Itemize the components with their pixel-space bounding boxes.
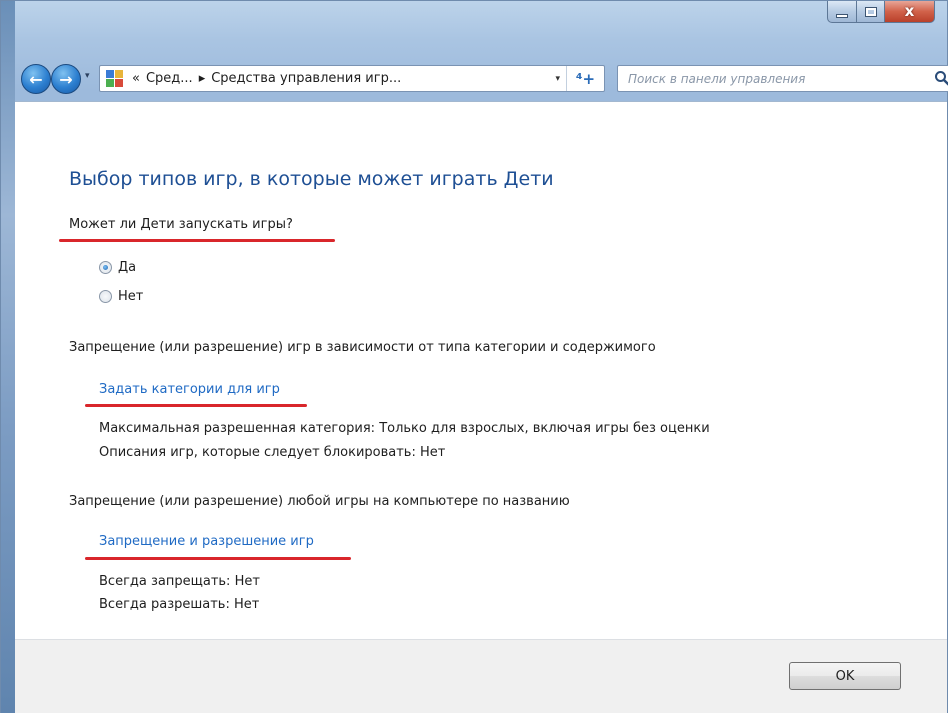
refresh-button[interactable]: ⁴+ — [566, 66, 604, 91]
desktop-edge — [1, 1, 15, 713]
breadcrumb-item[interactable]: Сред... — [146, 71, 193, 86]
annotation-underline — [85, 557, 351, 560]
chevron-down-icon[interactable]: ▾ — [555, 74, 560, 84]
address-bar[interactable]: « Сред... ▸ Средства управления игр... ▾… — [99, 65, 605, 92]
annotation-underline — [85, 404, 307, 407]
block-allow-games-link[interactable]: Запрещение и разрешение игр — [99, 534, 314, 549]
window-frame: x ← → ▾ « Сред... ▸ Средства управления … — [0, 0, 948, 713]
refresh-icon: ⁴+ — [575, 69, 596, 88]
page-title: Выбор типов игр, в которые может играть … — [69, 168, 554, 190]
max-category-info: Максимальная разрешенная категория: Толь… — [99, 421, 710, 436]
radio-button-checked[interactable] — [99, 261, 112, 274]
radio-label: Нет — [118, 289, 144, 304]
arrow-left-icon: ← — [29, 69, 43, 89]
set-game-categories-link[interactable]: Задать категории для игр — [99, 382, 280, 397]
navigation-bar: ← → ▾ « Сред... ▸ Средства управления иг… — [19, 61, 948, 97]
back-button[interactable]: ← — [21, 64, 51, 94]
search-box[interactable] — [617, 65, 948, 92]
always-allow-info: Всегда разрешать: Нет — [99, 597, 260, 612]
blocked-descriptors-info: Описания игр, которые следует блокироват… — [99, 445, 446, 460]
radio-button[interactable] — [99, 290, 112, 303]
title-section-label: Запрещение (или разрешение) любой игры н… — [69, 494, 570, 509]
always-block-info: Всегда запрещать: Нет — [99, 574, 260, 589]
forward-button[interactable]: → — [51, 64, 81, 94]
radio-label: Да — [118, 260, 137, 275]
ok-button[interactable]: OK — [789, 662, 901, 690]
search-icon[interactable] — [934, 70, 948, 86]
footer-bar: OK — [15, 639, 947, 713]
maximize-button[interactable] — [857, 1, 885, 23]
close-icon: x — [904, 2, 915, 20]
close-button[interactable]: x — [885, 1, 935, 23]
search-input[interactable] — [628, 67, 928, 90]
caption-buttons: x — [827, 1, 935, 23]
maximize-icon — [864, 6, 877, 17]
content-pane: Выбор типов игр, в которые может играть … — [15, 101, 947, 639]
radio-option-yes[interactable]: Да — [99, 260, 136, 275]
category-section-label: Запрещение (или разрешение) игр в зависи… — [69, 340, 656, 355]
recent-pages-dropdown[interactable]: ▾ — [85, 71, 90, 81]
minimize-icon — [836, 13, 848, 18]
control-panel-icon — [106, 69, 124, 88]
question-label: Может ли Дети запускать игры? — [69, 217, 293, 232]
minimize-button[interactable] — [827, 1, 857, 23]
arrow-right-icon: → — [59, 69, 73, 89]
breadcrumb-separator-icon[interactable]: ▸ — [199, 71, 206, 86]
radio-option-no[interactable]: Нет — [99, 289, 143, 304]
annotation-underline — [59, 239, 335, 242]
breadcrumb-item[interactable]: Средства управления игр... — [211, 71, 401, 86]
breadcrumb-overflow[interactable]: « — [132, 71, 140, 86]
